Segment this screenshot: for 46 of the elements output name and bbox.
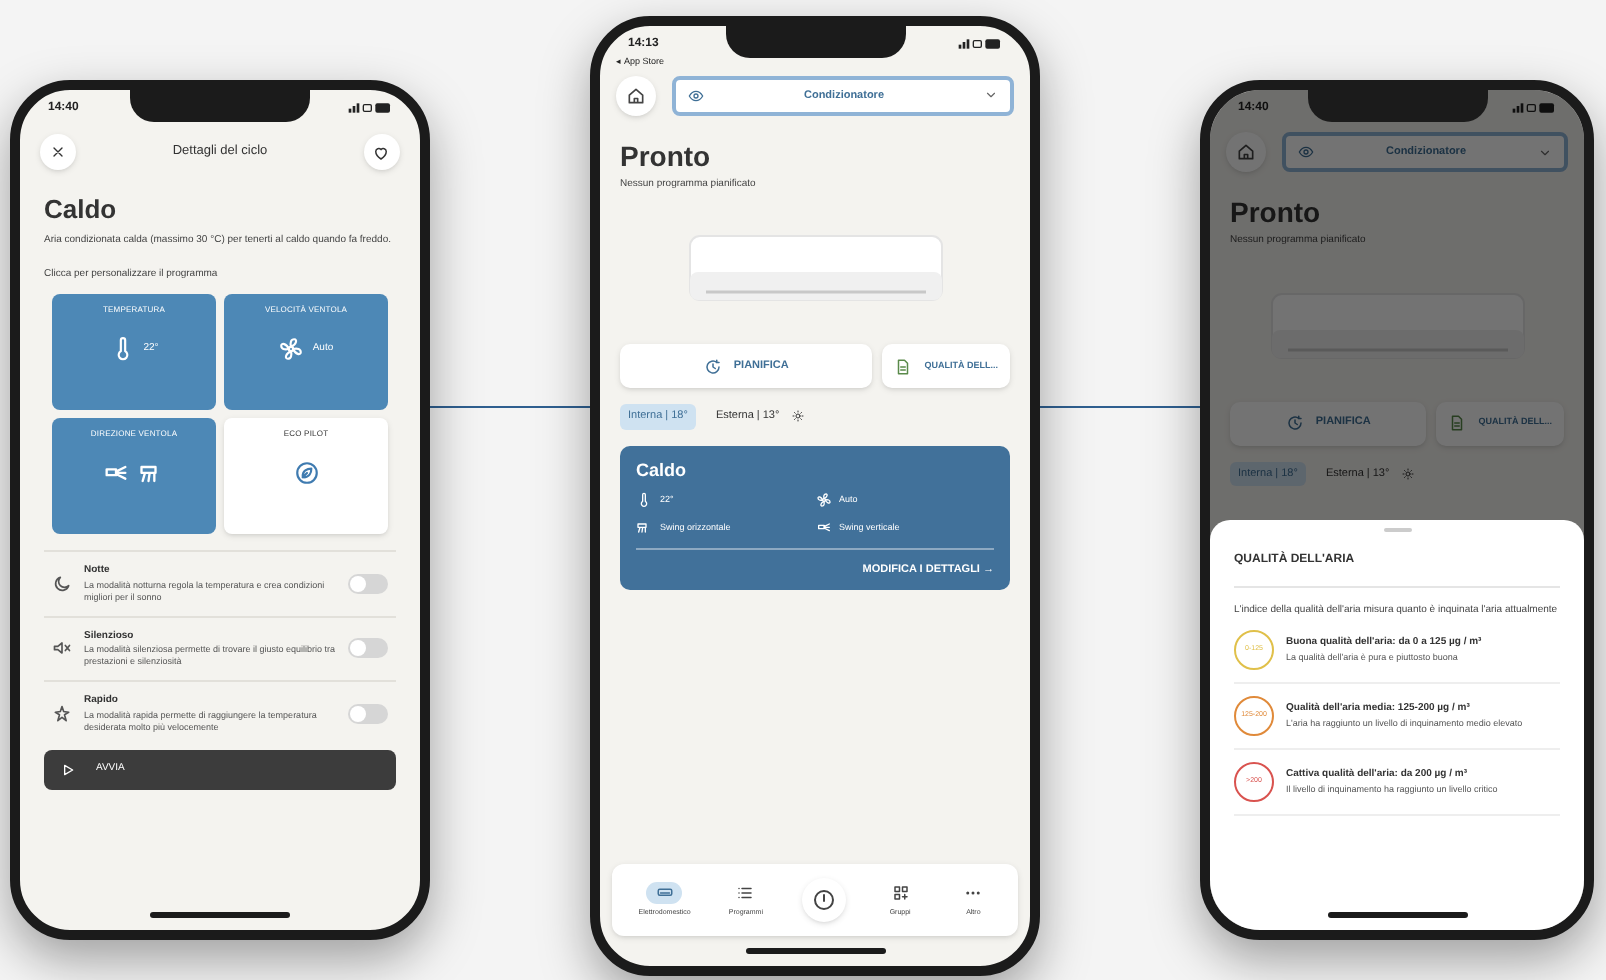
heart-icon bbox=[372, 143, 391, 161]
cycle-title: Caldo bbox=[44, 192, 119, 228]
document-icon bbox=[1448, 414, 1467, 432]
close-button[interactable] bbox=[40, 134, 76, 170]
favorite-button[interactable] bbox=[363, 134, 400, 170]
clock-icon bbox=[703, 357, 722, 376]
leaf-circle-icon bbox=[293, 460, 319, 486]
air-conditioner-icon bbox=[655, 883, 674, 902]
sheet-handle[interactable] bbox=[1383, 528, 1411, 532]
chevron-icon bbox=[984, 88, 998, 103]
toggle-switch[interactable] bbox=[348, 703, 388, 724]
program-name: Caldo bbox=[636, 457, 689, 483]
horizontal-swing-icon bbox=[636, 520, 652, 536]
thermometer-icon bbox=[636, 492, 652, 508]
home-icon bbox=[626, 85, 646, 106]
moon-icon bbox=[52, 573, 72, 594]
clock-icon bbox=[1285, 414, 1304, 432]
document-icon bbox=[894, 357, 913, 376]
close-icon bbox=[50, 144, 66, 160]
fan-icon bbox=[815, 492, 831, 508]
status-heading: Pronto bbox=[1230, 194, 1323, 232]
status-heading: Pronto bbox=[620, 137, 713, 176]
grid-icon bbox=[891, 883, 910, 902]
home-icon bbox=[1236, 142, 1256, 162]
power-button[interactable] bbox=[801, 878, 846, 922]
list-icon bbox=[736, 883, 755, 902]
home-indicator bbox=[150, 912, 290, 918]
eye-icon bbox=[1298, 144, 1314, 160]
status-icons bbox=[348, 102, 392, 114]
play-icon bbox=[60, 761, 76, 777]
fan-icon bbox=[278, 336, 305, 362]
power-icon bbox=[811, 888, 836, 912]
status-icons bbox=[958, 38, 1002, 50]
status-icons bbox=[1512, 102, 1556, 114]
eye-icon bbox=[688, 87, 704, 104]
sun-icon bbox=[1401, 467, 1414, 480]
star-icon bbox=[52, 703, 72, 724]
muted-speaker-icon bbox=[52, 638, 72, 659]
toggle-switch[interactable] bbox=[348, 573, 388, 594]
toggle-switch[interactable] bbox=[348, 638, 388, 659]
home-button[interactable] bbox=[616, 75, 656, 116]
home-indicator bbox=[1327, 912, 1467, 918]
vertical-swing-icon bbox=[815, 520, 831, 536]
chevron-icon bbox=[1538, 145, 1552, 159]
sun-icon bbox=[791, 410, 804, 423]
home-indicator bbox=[745, 948, 885, 954]
